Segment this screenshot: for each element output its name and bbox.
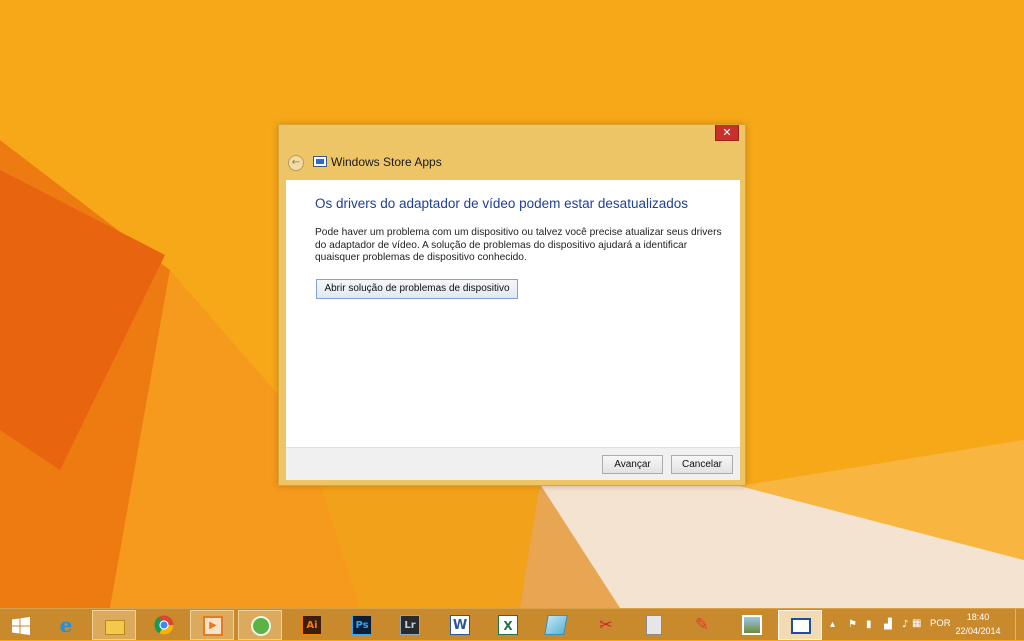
open-device-troubleshooter-button[interactable]: Abrir solução de problemas de dispositiv… <box>316 279 518 299</box>
back-arrow-icon[interactable]: ← <box>288 155 304 171</box>
taskbar-photo-viewer[interactable] <box>730 610 774 640</box>
keyboard-icon[interactable]: ▦ <box>912 618 921 629</box>
taskbar-chrome[interactable] <box>142 610 186 640</box>
calculator-icon <box>646 615 662 635</box>
paint-brush-icon: ✎ <box>694 615 710 635</box>
taskbar-lightroom[interactable]: Lr <box>388 610 432 640</box>
notes-icon <box>544 615 568 635</box>
show-desktop-button[interactable] <box>1015 609 1024 640</box>
folder-icon <box>105 620 125 635</box>
clock-date[interactable]: 22/04/2014 <box>948 626 1008 636</box>
taskbar-paint[interactable]: ✎ <box>680 610 724 640</box>
clock-time[interactable]: 18:40 <box>948 612 1008 622</box>
taskbar-media-player[interactable]: ▶ <box>190 610 234 640</box>
taskbar-illustrator[interactable]: Ai <box>290 610 334 640</box>
camtasia-icon <box>251 616 271 636</box>
next-button[interactable]: Avançar <box>602 455 663 474</box>
taskbar-snipping-tool[interactable]: ✂ <box>584 610 628 640</box>
word-icon: W <box>450 615 470 635</box>
taskbar-file-explorer[interactable] <box>92 610 136 640</box>
volume-icon[interactable]: ♪ <box>902 619 908 630</box>
signal-icon[interactable]: ▟ <box>884 619 892 630</box>
scissors-icon: ✂ <box>599 615 613 634</box>
troubleshooter-icon <box>791 618 811 634</box>
dialog-content: Os drivers do adaptador de vídeo podem e… <box>286 180 740 447</box>
start-button[interactable] <box>0 610 44 640</box>
window-title: Windows Store Apps <box>331 155 442 169</box>
taskbar-notes[interactable] <box>534 610 578 640</box>
system-tray: ▴ ⚑ ▮ ▟ ♪ ▦ POR 18:40 22/04/2014 <box>826 609 1024 641</box>
taskbar-excel[interactable]: X <box>486 610 530 640</box>
taskbar-camtasia[interactable] <box>238 610 282 640</box>
problem-description: Pode haver um problema com um dispositiv… <box>315 227 722 263</box>
troubleshooter-window-icon <box>313 156 327 167</box>
dialog-footer: Avançar Cancelar <box>286 447 740 480</box>
illustrator-icon: Ai <box>302 615 322 635</box>
close-button[interactable]: ✕ <box>715 125 739 141</box>
taskbar-word[interactable]: W <box>438 610 482 640</box>
flag-icon[interactable]: ⚑ <box>848 619 857 630</box>
taskbar: e ▶ Ai Ps Lr W X ✂ ✎ ▴ ⚑ ▮ ▟ ♪ ▦ POR 18:… <box>0 608 1024 640</box>
lightroom-icon: Lr <box>400 615 420 635</box>
media-player-icon: ▶ <box>203 616 223 636</box>
windows-logo-icon <box>12 617 30 635</box>
internet-explorer-icon: e <box>59 613 73 637</box>
cancel-button[interactable]: Cancelar <box>671 455 733 474</box>
taskbar-photoshop[interactable]: Ps <box>340 610 384 640</box>
photo-viewer-icon <box>742 615 762 635</box>
taskbar-calculator[interactable] <box>632 610 676 640</box>
chevron-up-icon[interactable]: ▴ <box>830 619 835 630</box>
excel-icon: X <box>498 615 518 635</box>
photoshop-icon: Ps <box>352 615 372 635</box>
troubleshooter-dialog: ✕ ← Windows Store Apps Os drivers do ada… <box>278 124 746 486</box>
battery-icon[interactable]: ▮ <box>866 619 872 630</box>
taskbar-troubleshooter[interactable] <box>778 610 822 640</box>
chrome-icon <box>154 615 174 635</box>
taskbar-internet-explorer[interactable]: e <box>44 610 88 640</box>
problem-heading: Os drivers do adaptador de vídeo podem e… <box>315 196 688 211</box>
